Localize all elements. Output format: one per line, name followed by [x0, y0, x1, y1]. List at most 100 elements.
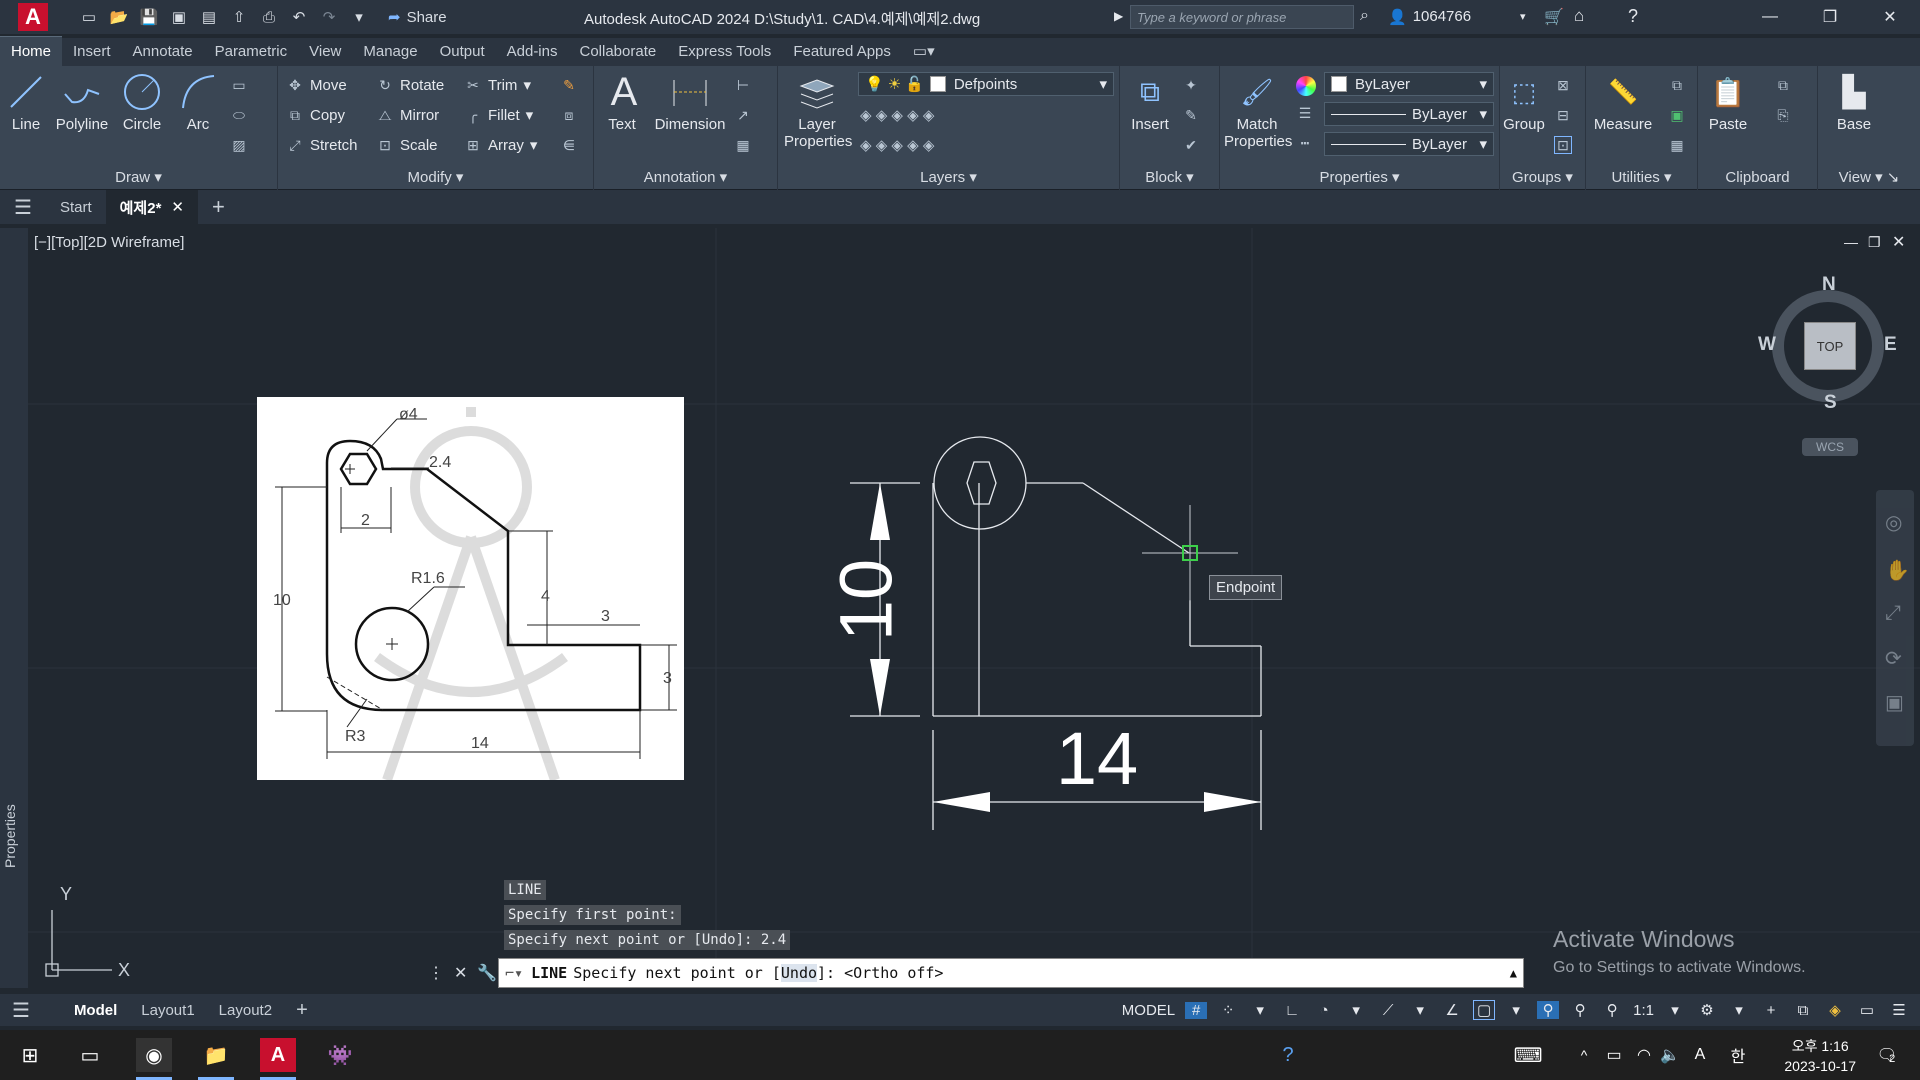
match-properties-button[interactable]: 🖌 Match Properties	[1224, 72, 1292, 151]
select-all-icon[interactable]: ▣	[1668, 106, 1686, 124]
command-customize-icon[interactable]: 🔧	[477, 963, 497, 983]
auto-scale-icon[interactable]: ⚲	[1569, 1001, 1591, 1019]
ellipse-icon[interactable]: ⬭	[230, 106, 248, 124]
insert-button[interactable]: ⧉ Insert	[1126, 72, 1174, 134]
arc-button[interactable]: Arc	[176, 72, 220, 133]
mirror-button[interactable]: ⧍ Mirror	[376, 106, 439, 124]
table-icon[interactable]: ▦	[734, 136, 752, 154]
linear-dim-icon[interactable]: ⊢	[734, 76, 752, 94]
autodesk-a360-icon[interactable]: ⌂	[1574, 6, 1584, 26]
compass-w[interactable]: W	[1758, 334, 1776, 356]
system-clock[interactable]: 오후 1:16 2023-10-17	[1784, 1036, 1856, 1076]
workspace-gear-icon[interactable]: ⚙	[1696, 1001, 1718, 1019]
group-select-icon[interactable]: ⊡	[1554, 136, 1572, 154]
draw-panel-label[interactable]: Draw ▾	[0, 168, 277, 186]
linetype-dropdown[interactable]: ByLayer ▾	[1324, 132, 1494, 156]
text-button[interactable]: A Text	[604, 70, 640, 134]
copy-button[interactable]: ⧉ Copy	[286, 106, 345, 124]
compass-s[interactable]: S	[1824, 392, 1837, 414]
tab-express-tools[interactable]: Express Tools	[667, 37, 782, 66]
erase-icon[interactable]: ✎	[560, 76, 578, 94]
utilities-panel-label[interactable]: Utilities ▾	[1586, 168, 1697, 186]
view-panel-label[interactable]: View ▾ ↘	[1818, 168, 1920, 186]
search-input[interactable]: Type a keyword or phrase	[1130, 5, 1354, 29]
groups-panel-label[interactable]: Groups ▾	[1500, 168, 1585, 186]
tab-layout2[interactable]: Layout2	[207, 1002, 284, 1019]
new-layout-icon[interactable]: +	[284, 999, 320, 1022]
color-wheel-icon[interactable]	[1296, 76, 1316, 96]
compass-n[interactable]: N	[1822, 274, 1836, 296]
open-file-icon[interactable]: 📂	[108, 6, 130, 28]
tab-model[interactable]: Model	[62, 1002, 129, 1019]
layer-tools-row1[interactable]: ◈ ◈ ◈ ◈ ◈	[860, 106, 934, 124]
viewcube[interactable]: TOP N S W E	[1758, 274, 1897, 414]
tab-add-ins[interactable]: Add-ins	[496, 37, 569, 66]
isodraft-icon[interactable]: ⟋	[1377, 1002, 1399, 1019]
stretch-button[interactable]: ⤢ Stretch	[286, 136, 357, 154]
fillet-button[interactable]: ╭ Fillet ▾	[464, 106, 533, 125]
rectangle-icon[interactable]: ▭	[230, 76, 248, 94]
paste-button[interactable]: 📋 Paste	[1704, 72, 1752, 134]
tab-annotate[interactable]: Annotate	[122, 37, 204, 66]
command-line[interactable]: ⌐▾ LINE Specify next point or [ Undo ]: …	[498, 958, 1524, 988]
trim-button[interactable]: ✂ Trim ▾	[464, 76, 531, 95]
task-view-icon[interactable]: ▭	[72, 1038, 108, 1072]
viewcube-top-face[interactable]: TOP	[1804, 322, 1856, 370]
expand-arrow-icon[interactable]: ▶	[1114, 9, 1123, 23]
viewport-restore-icon[interactable]: ❐	[1868, 234, 1881, 251]
modify-panel-label[interactable]: Modify ▾	[278, 168, 593, 186]
base-button[interactable]: ▙ Base	[1832, 72, 1876, 134]
restore-button[interactable]: ❐	[1800, 0, 1860, 34]
annotation-scale-icon[interactable]: ⚲	[1601, 1001, 1623, 1019]
properties-palette[interactable]: Properties	[0, 228, 28, 988]
polyline-button[interactable]: Polyline	[52, 72, 112, 133]
ortho-icon[interactable]: ∟	[1281, 1002, 1303, 1019]
user-account[interactable]: 👤 1064766	[1388, 8, 1471, 26]
tab-output[interactable]: Output	[429, 37, 496, 66]
array-button[interactable]: ⊞ Array ▾	[464, 136, 537, 155]
tab-current-drawing[interactable]: 예제2* ✕	[105, 190, 198, 224]
help-icon[interactable]: ?	[1628, 6, 1638, 27]
save-as-icon[interactable]: ▣	[168, 6, 190, 28]
calculator-icon[interactable]: ▦	[1668, 136, 1686, 154]
circle-button[interactable]: Circle	[118, 72, 166, 133]
annotation-scale-value[interactable]: 1:1	[1633, 1002, 1654, 1019]
object-snap-dropdown-icon[interactable]: ▾	[1505, 1001, 1527, 1019]
explode-icon[interactable]: ⧈	[560, 106, 578, 124]
undo-icon[interactable]: ↶	[288, 6, 310, 28]
tab-view[interactable]: View	[298, 37, 352, 66]
command-history-toggle-icon[interactable]: ▲	[1510, 966, 1517, 980]
ribbon-toggle-icon[interactable]: ▭▾	[902, 36, 946, 66]
close-window-button[interactable]: ✕	[1860, 0, 1920, 34]
measure-button[interactable]: 📏 Measure	[1590, 72, 1656, 134]
lineweight-dropdown[interactable]: ByLayer ▾	[1324, 102, 1494, 126]
layer-dropdown[interactable]: 💡 ☀ 🔓 Defpoints ▾	[858, 72, 1114, 96]
tab-featured-apps[interactable]: Featured Apps	[782, 37, 902, 66]
annotation-panel-label[interactable]: Annotation ▾	[594, 168, 777, 186]
polar-icon[interactable]: ◔	[1313, 1002, 1335, 1019]
navigation-bar[interactable]: ◎ ✋ ⤢ ⟳ ▣	[1876, 490, 1914, 746]
block-panel-label[interactable]: Block ▾	[1120, 168, 1219, 186]
create-block-icon[interactable]: ✦	[1182, 76, 1200, 94]
copy-clip-icon[interactable]: ⎘	[1774, 106, 1792, 124]
close-tab-icon[interactable]: ✕	[171, 198, 184, 216]
customize-status-icon[interactable]: ☰	[1888, 1001, 1910, 1019]
ungroup-icon[interactable]: ⊠	[1554, 76, 1572, 94]
web-save-icon[interactable]: ▤	[198, 6, 220, 28]
dimension-button[interactable]: Dimension	[652, 72, 728, 133]
search-icon[interactable]: ⌕	[1360, 7, 1369, 25]
plot-icon[interactable]: ⎙	[258, 6, 280, 28]
tab-collaborate[interactable]: Collaborate	[568, 37, 667, 66]
steering-wheel-icon[interactable]: ◎	[1885, 510, 1902, 535]
help-tray-icon[interactable]: ?	[1270, 1038, 1306, 1072]
annotation-visibility-icon[interactable]: ⚲	[1537, 1001, 1560, 1019]
keyboard-tray-icon[interactable]: ⌨	[1510, 1038, 1546, 1072]
isolate-objects-icon[interactable]: ⧉	[1792, 1002, 1814, 1019]
edit-block-icon[interactable]: ✎	[1182, 106, 1200, 124]
share-drawing-icon[interactable]: ⇧	[228, 6, 250, 28]
snap-dropdown-icon[interactable]: ▾	[1249, 1001, 1271, 1019]
quick-select-icon[interactable]: ⧉	[1668, 76, 1686, 94]
grid-icon[interactable]: #	[1185, 1001, 1208, 1019]
reference-image[interactable]: ø4 2.4 2 R1.6 10 4 3 3 R3 14	[257, 397, 684, 780]
share-button[interactable]: ➦ Share	[388, 8, 447, 27]
